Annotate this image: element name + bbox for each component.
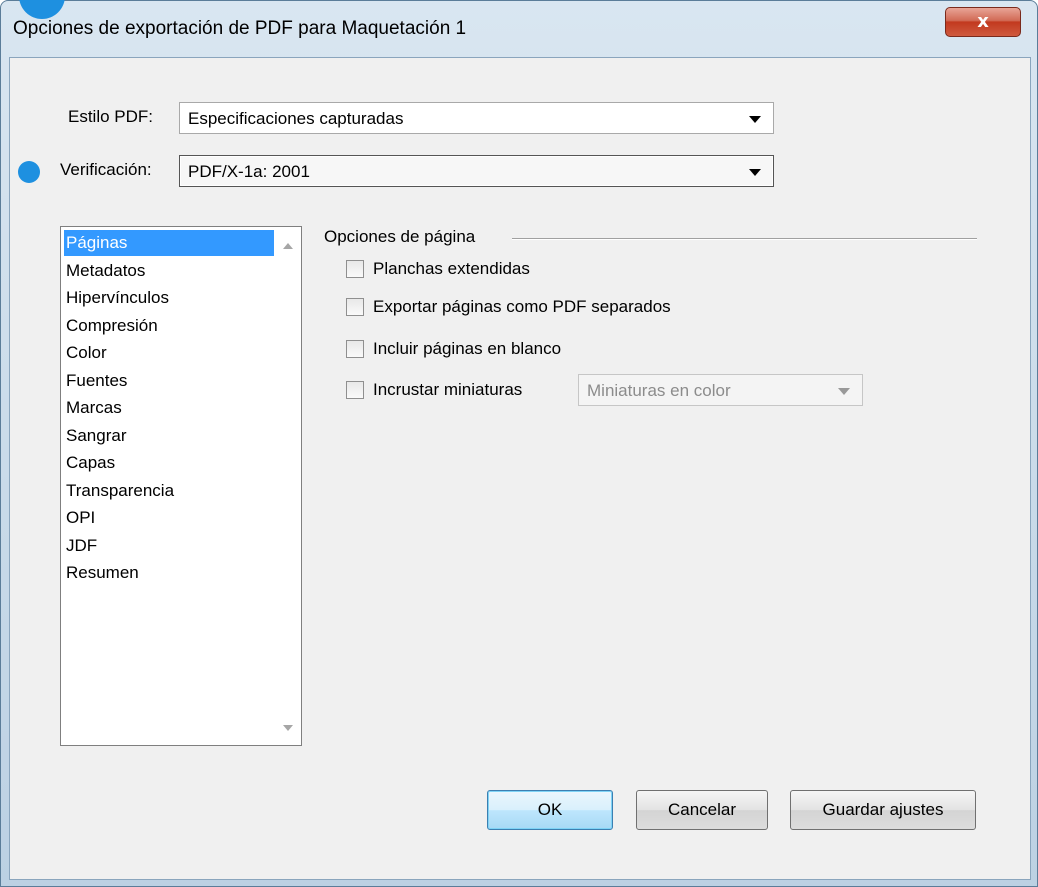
save-settings-button[interactable]: Guardar ajustes: [790, 790, 976, 830]
blue-marker-dot: [18, 161, 40, 183]
planchas-extendidas-label: Planchas extendidas: [373, 259, 530, 278]
chevron-down-icon: [838, 388, 850, 395]
estilo-pdf-value: Especificaciones capturadas: [188, 109, 404, 128]
verificacion-label: Verificación:: [60, 160, 152, 179]
list-item-fuentes[interactable]: Fuentes: [64, 368, 274, 394]
list-item-capas[interactable]: Capas: [64, 450, 274, 476]
title-bar[interactable]: Opciones de exportación de PDF para Maqu…: [1, 0, 1037, 57]
close-button[interactable]: x: [945, 7, 1021, 37]
chevron-down-icon: [749, 116, 761, 123]
window-title: Opciones de exportación de PDF para Maqu…: [13, 18, 467, 39]
scroll-up-arrow-icon[interactable]: [283, 243, 293, 249]
group-divider: [512, 238, 977, 240]
blue-marker-decoration: [19, 0, 65, 19]
list-item-jdf[interactable]: JDF: [64, 533, 274, 559]
exportar-separados-checkbox[interactable]: [346, 298, 364, 316]
page-options-group-title: Opciones de página: [324, 227, 476, 246]
verificacion-select[interactable]: PDF/X-1a: 2001: [179, 155, 774, 187]
cancel-button[interactable]: Cancelar: [636, 790, 768, 830]
incrustar-miniaturas-label: Incrustar miniaturas: [373, 380, 523, 399]
list-item-opi[interactable]: OPI: [64, 505, 274, 531]
ok-button[interactable]: OK: [487, 790, 613, 830]
incluir-blanco-label: Incluir páginas en blanco: [373, 339, 562, 358]
miniaturas-value: Miniaturas en color: [587, 381, 731, 400]
miniaturas-select: Miniaturas en color: [578, 374, 863, 406]
list-item-hipervinculos[interactable]: Hipervínculos: [64, 285, 274, 311]
category-list[interactable]: Páginas Metadatos Hipervínculos Compresi…: [60, 226, 302, 746]
verificacion-value: PDF/X-1a: 2001: [188, 162, 310, 181]
chevron-down-icon: [749, 169, 761, 176]
list-item-resumen[interactable]: Resumen: [64, 560, 274, 586]
list-item-compresion[interactable]: Compresión: [64, 313, 274, 339]
exportar-separados-label: Exportar páginas como PDF separados: [373, 297, 671, 316]
list-item-transparencia[interactable]: Transparencia: [64, 478, 274, 504]
estilo-pdf-label: Estilo PDF:: [68, 107, 154, 126]
scroll-down-arrow-icon[interactable]: [283, 725, 293, 731]
incrustar-miniaturas-checkbox[interactable]: [346, 381, 364, 399]
incluir-blanco-checkbox[interactable]: [346, 340, 364, 358]
list-item-metadatos[interactable]: Metadatos: [64, 258, 274, 284]
list-item-sangrar[interactable]: Sangrar: [64, 423, 274, 449]
estilo-pdf-select[interactable]: Especificaciones capturadas: [179, 102, 774, 134]
list-item-color[interactable]: Color: [64, 340, 274, 366]
list-item-paginas[interactable]: Páginas: [64, 230, 274, 256]
planchas-extendidas-checkbox[interactable]: [346, 260, 364, 278]
list-item-marcas[interactable]: Marcas: [64, 395, 274, 421]
